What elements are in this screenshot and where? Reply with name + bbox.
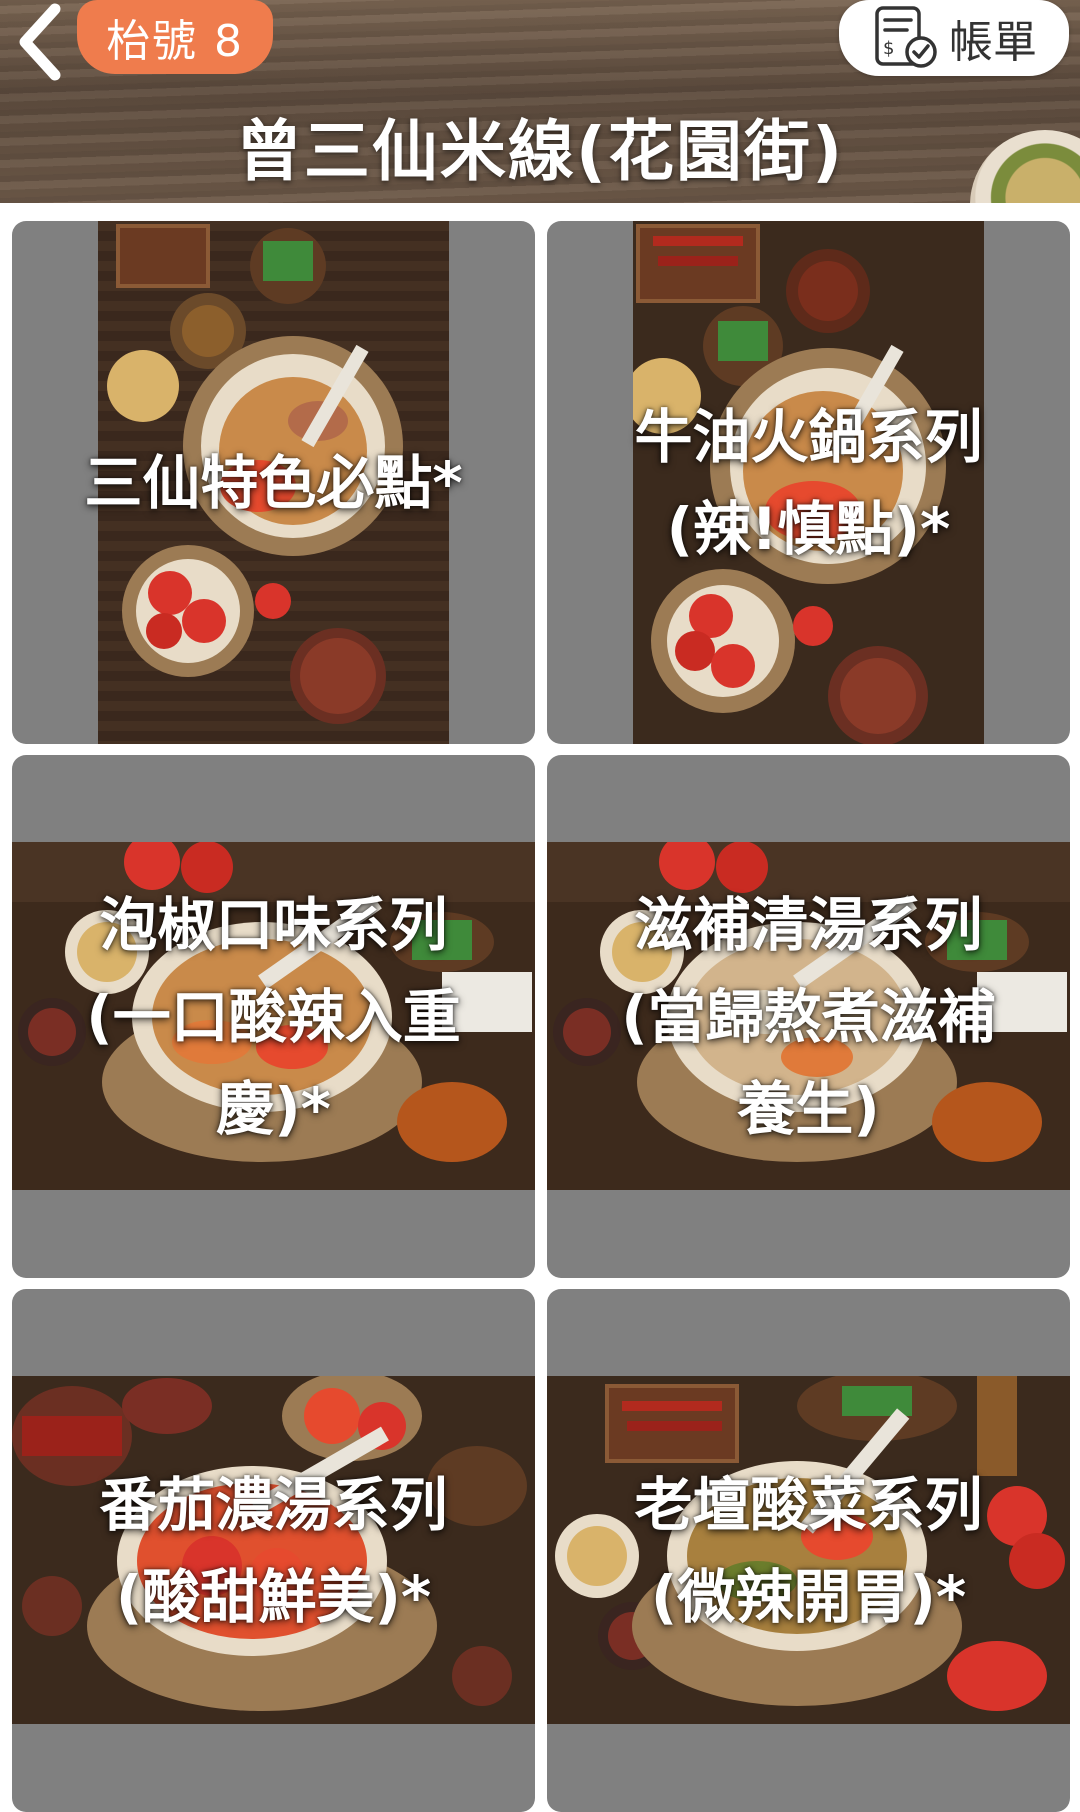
category-label: 番茄濃湯系列 (酸甜鮮美)* — [99, 1470, 448, 1631]
category-card-butter-hotpot[interactable]: 牛油火鍋系列 (辣!慎點)* — [547, 221, 1070, 744]
back-button[interactable] — [8, 0, 72, 84]
category-label: 老壇酸菜系列 (微辣開胃)* — [634, 1470, 983, 1631]
header-bar: 枱號 8 $ 帳單 曾三仙米線(花園街) — [0, 0, 1080, 203]
category-card-clear-broth[interactable]: 滋補清湯系列 (當歸熬煮滋補 養生) — [547, 755, 1070, 1278]
category-card-tomato-soup[interactable]: 番茄濃湯系列 (酸甜鮮美)* — [12, 1289, 535, 1812]
category-card-pickled-pepper[interactable]: 泡椒口味系列 (一口酸辣入重 慶)* — [12, 755, 535, 1278]
bill-button[interactable]: $ 帳單 — [839, 0, 1069, 76]
category-label: 三仙特色必點* — [84, 448, 463, 517]
chevron-left-icon — [19, 3, 61, 81]
category-label: 泡椒口味系列 (一口酸辣入重 慶)* — [86, 890, 461, 1143]
table-number-badge: 枱號 8 — [77, 0, 273, 74]
bill-label: 帳單 — [949, 17, 1037, 68]
category-grid: 三仙特色必點* 牛油火鍋系列 (辣!慎點)* 泡椒口味系列 (一口酸辣入重 慶)… — [0, 203, 1080, 1812]
bill-icon: $ — [875, 6, 937, 68]
svg-text:$: $ — [883, 38, 894, 59]
category-card-sanxian-specials[interactable]: 三仙特色必點* — [12, 221, 535, 744]
category-label: 滋補清湯系列 (當歸熬煮滋補 養生) — [621, 890, 996, 1143]
category-label: 牛油火鍋系列 (辣!慎點)* — [634, 402, 983, 563]
category-card-pickled-cabbage[interactable]: 老壇酸菜系列 (微辣開胃)* — [547, 1289, 1070, 1812]
store-title: 曾三仙米線(花園街) — [235, 113, 845, 190]
